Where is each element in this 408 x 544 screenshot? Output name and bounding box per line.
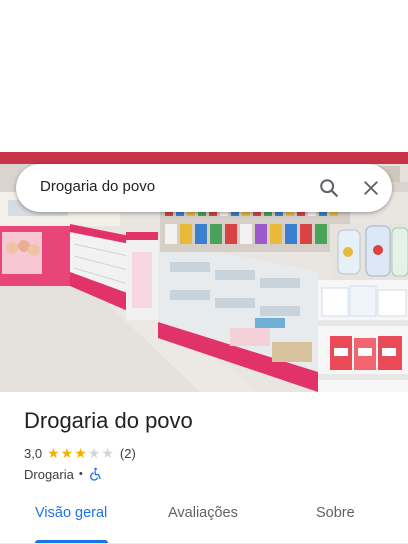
- star-empty-icon: ★: [87, 445, 101, 461]
- place-tabs: Visão geral Avaliações Sobre: [0, 490, 408, 544]
- blank-header-area: [0, 0, 408, 152]
- star-empty-icon: ★: [101, 445, 114, 461]
- close-icon[interactable]: [359, 176, 383, 200]
- search-bar[interactable]: Drogaria do povo: [16, 164, 392, 212]
- star-icon: ★: [47, 445, 60, 461]
- place-title: Drogaria do povo: [24, 408, 193, 433]
- active-tab-indicator: [35, 540, 108, 543]
- tab-sobre[interactable]: Sobre: [316, 505, 355, 521]
- tab-visao-geral[interactable]: Visão geral: [35, 505, 107, 521]
- tab-avaliacoes[interactable]: Avaliações: [168, 505, 238, 521]
- search-icon[interactable]: [317, 176, 341, 200]
- star-icon: ★: [60, 445, 74, 461]
- category-label: Drogaria: [24, 466, 74, 482]
- search-query-text[interactable]: Drogaria do povo: [40, 178, 155, 195]
- separator-dot: •: [78, 468, 83, 480]
- search-icon-svg: [320, 179, 338, 197]
- rating-value: 3,0: [24, 445, 43, 461]
- wheelchair-icon-svg: [89, 467, 101, 481]
- star-icon: ★: [74, 445, 87, 461]
- review-count[interactable]: (2): [120, 446, 136, 461]
- rating-row[interactable]: 3,0 ★ ★ ★ ★ ★ (2): [24, 445, 136, 461]
- rating-stars: ★ ★ ★ ★ ★: [47, 446, 114, 460]
- close-icon-svg: [364, 181, 378, 195]
- wheelchair-icon: [88, 467, 102, 481]
- category-row: Drogaria •: [24, 466, 102, 482]
